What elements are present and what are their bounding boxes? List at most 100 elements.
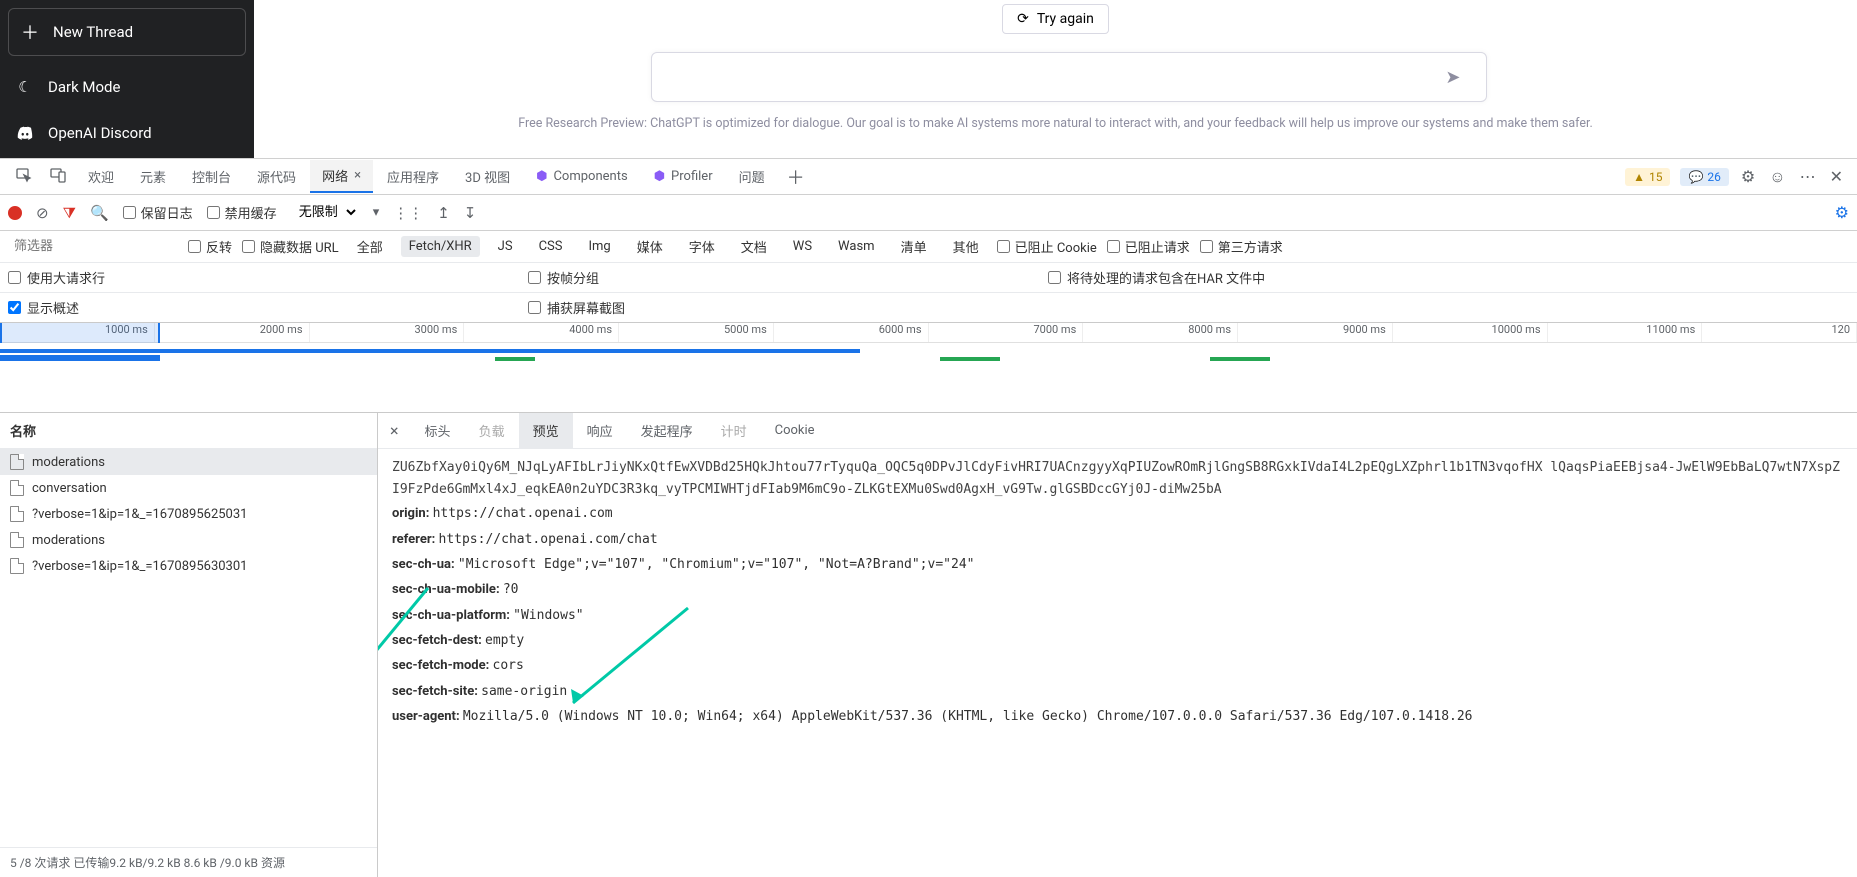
show-overview-checkbox[interactable]: 显示概述 [8, 298, 468, 317]
filter-js[interactable]: JS [490, 236, 521, 257]
dark-mode-button[interactable]: ☾ Dark Mode [0, 64, 254, 110]
tab-elements[interactable]: 元素 [128, 161, 178, 192]
third-party-checkbox[interactable]: 第三方请求 [1200, 237, 1283, 256]
group-by-frame-checkbox[interactable]: 按帧分组 [528, 268, 988, 287]
new-thread-button[interactable]: ＋ New Thread [8, 8, 246, 56]
network-options-row-1: 使用大请求行 按帧分组 将待处理的请求包含在HAR 文件中 [0, 263, 1857, 293]
network-settings-icon[interactable]: ⚙ [1835, 203, 1849, 222]
discord-button[interactable]: OpenAI Discord [0, 110, 254, 156]
warnings-badge[interactable]: ▲ 15 [1625, 168, 1670, 186]
record-button[interactable] [8, 206, 22, 220]
document-icon [10, 506, 24, 522]
tab-welcome[interactable]: 欢迎 [76, 161, 126, 192]
hdr-secfetch-mode-key: sec-fetch-mode: [392, 658, 489, 673]
throttle-select[interactable]: 无限制 [291, 202, 359, 223]
filter-font[interactable]: 字体 [681, 234, 723, 259]
request-item[interactable]: moderations [0, 449, 377, 475]
detail-tab-timing[interactable]: 计时 [707, 413, 761, 448]
settings-gear-icon[interactable]: ⚙ [1735, 163, 1761, 190]
tab-3dview[interactable]: 3D 视图 [453, 161, 522, 192]
request-item-label: ?verbose=1&ip=1&_=1670895625031 [32, 507, 247, 522]
chat-input[interactable] [651, 52, 1488, 102]
detail-tab-cookies[interactable]: Cookie [761, 415, 829, 446]
disable-cache-checkbox[interactable]: 禁用缓存 [207, 203, 277, 222]
blocked-requests-checkbox[interactable]: 已阻止请求 [1107, 237, 1190, 256]
filter-media[interactable]: 媒体 [629, 234, 671, 259]
export-har-icon[interactable]: ↥ [437, 204, 450, 222]
filter-manifest[interactable]: 清单 [893, 234, 935, 259]
invert-checkbox[interactable]: 反转 [188, 237, 232, 256]
tab-network[interactable]: 网络 × [310, 160, 373, 193]
filter-all[interactable]: 全部 [349, 234, 391, 259]
request-item[interactable]: conversation [0, 475, 377, 501]
moon-icon: ☾ [16, 78, 34, 96]
filter-toggle-icon[interactable]: ⧩ [63, 204, 76, 222]
close-devtools-icon[interactable]: ✕ [1824, 163, 1849, 190]
clear-button[interactable]: ⊘ [36, 204, 49, 222]
add-tab-icon[interactable]: ＋ [779, 158, 813, 196]
hdr-secfetch-site-key: sec-fetch-site: [392, 684, 478, 699]
detail-tab-headers[interactable]: 标头 [411, 413, 465, 448]
tab-sources[interactable]: 源代码 [245, 161, 308, 192]
hdr-secchua-val: "Microsoft Edge";v="107", "Chromium";v="… [458, 557, 975, 572]
filter-ws[interactable]: WS [785, 236, 820, 257]
timeline-tick: 120 [1702, 323, 1857, 342]
tab-console[interactable]: 控制台 [180, 161, 243, 192]
warnings-count: 15 [1649, 170, 1663, 184]
tab-components-label: Components [553, 169, 627, 184]
filter-css[interactable]: CSS [531, 236, 571, 257]
filter-doc[interactable]: 文档 [733, 234, 775, 259]
detail-body[interactable]: ZU6ZbfXay0iQy6M_NJqLyAFIbLrJiyNKxQtfEwXV… [378, 449, 1857, 877]
preserve-log-input[interactable] [123, 206, 136, 219]
filter-fetch-xhr[interactable]: Fetch/XHR [401, 236, 480, 257]
tab-network-close-icon[interactable]: × [354, 168, 361, 183]
discord-icon [16, 126, 34, 140]
request-item[interactable]: ?verbose=1&ip=1&_=1670895630301 [0, 553, 377, 579]
request-item-label: moderations [32, 455, 105, 470]
info-badge[interactable]: 💬 26 [1680, 168, 1728, 186]
inspect-icon[interactable] [8, 161, 40, 193]
device-toggle-icon[interactable] [42, 161, 74, 193]
more-icon[interactable]: ⋯ [1794, 163, 1822, 190]
request-item[interactable]: ?verbose=1&ip=1&_=1670895625031 [0, 501, 377, 527]
search-icon[interactable]: 🔍 [90, 204, 109, 222]
detail-close-icon[interactable]: × [378, 421, 411, 440]
request-item[interactable]: moderations [0, 527, 377, 553]
disable-cache-input[interactable] [207, 206, 220, 219]
hide-data-url-checkbox[interactable]: 隐藏数据 URL [242, 237, 339, 256]
hdr-secchua-mobile-key: sec-ch-ua-mobile: [392, 582, 500, 597]
big-rows-checkbox[interactable]: 使用大请求行 [8, 268, 468, 287]
preserve-log-checkbox[interactable]: 保留日志 [123, 203, 193, 222]
try-again-button[interactable]: ⟳ Try again [1002, 4, 1109, 34]
capture-screenshots-checkbox[interactable]: 捕获屏幕截图 [528, 298, 625, 317]
refresh-icon: ⟳ [1017, 11, 1029, 27]
request-list-footer: 5 /8 次请求 已传输9.2 kB/9.2 kB 8.6 kB /9.0 kB… [0, 847, 377, 877]
hdr-secchua-platform-val: "Windows" [513, 608, 583, 623]
network-timeline[interactable]: 1000 ms2000 ms3000 ms4000 ms5000 ms6000 … [0, 323, 1857, 413]
tab-profiler[interactable]: ⬢ Profiler [642, 163, 725, 190]
tab-issues[interactable]: 问题 [727, 161, 777, 192]
feedback-icon[interactable]: ☺ [1763, 163, 1791, 191]
filter-img[interactable]: Img [580, 236, 618, 257]
include-har-checkbox[interactable]: 将待处理的请求包含在HAR 文件中 [1048, 268, 1265, 287]
detail-tab-preview[interactable]: 预览 [519, 413, 573, 448]
react-icon: ⬢ [536, 169, 547, 184]
filter-input[interactable] [8, 235, 178, 258]
detail-tab-initiator[interactable]: 发起程序 [627, 413, 707, 448]
preserve-log-label: 保留日志 [141, 203, 193, 222]
hdr-secfetch-mode-val: cors [493, 658, 524, 673]
chevron-down-icon[interactable]: ▾ [373, 205, 380, 220]
detail-tab-response[interactable]: 响应 [573, 413, 627, 448]
plus-icon: ＋ [21, 19, 39, 45]
wifi-icon[interactable]: ⋮⋮ [393, 204, 423, 222]
send-button[interactable]: ➤ [1445, 67, 1460, 88]
filter-other[interactable]: 其他 [945, 234, 987, 259]
detail-tab-payload[interactable]: 负载 [465, 413, 519, 448]
tab-application[interactable]: 应用程序 [375, 161, 451, 192]
import-har-icon[interactable]: ↧ [464, 204, 477, 222]
tab-components[interactable]: ⬢ Components [524, 163, 640, 190]
filter-wasm[interactable]: Wasm [830, 236, 883, 257]
blocked-cookies-checkbox[interactable]: 已阻止 Cookie [997, 237, 1097, 256]
network-options-row-2: 显示概述 捕获屏幕截图 [0, 293, 1857, 323]
try-again-label: Try again [1037, 11, 1094, 27]
